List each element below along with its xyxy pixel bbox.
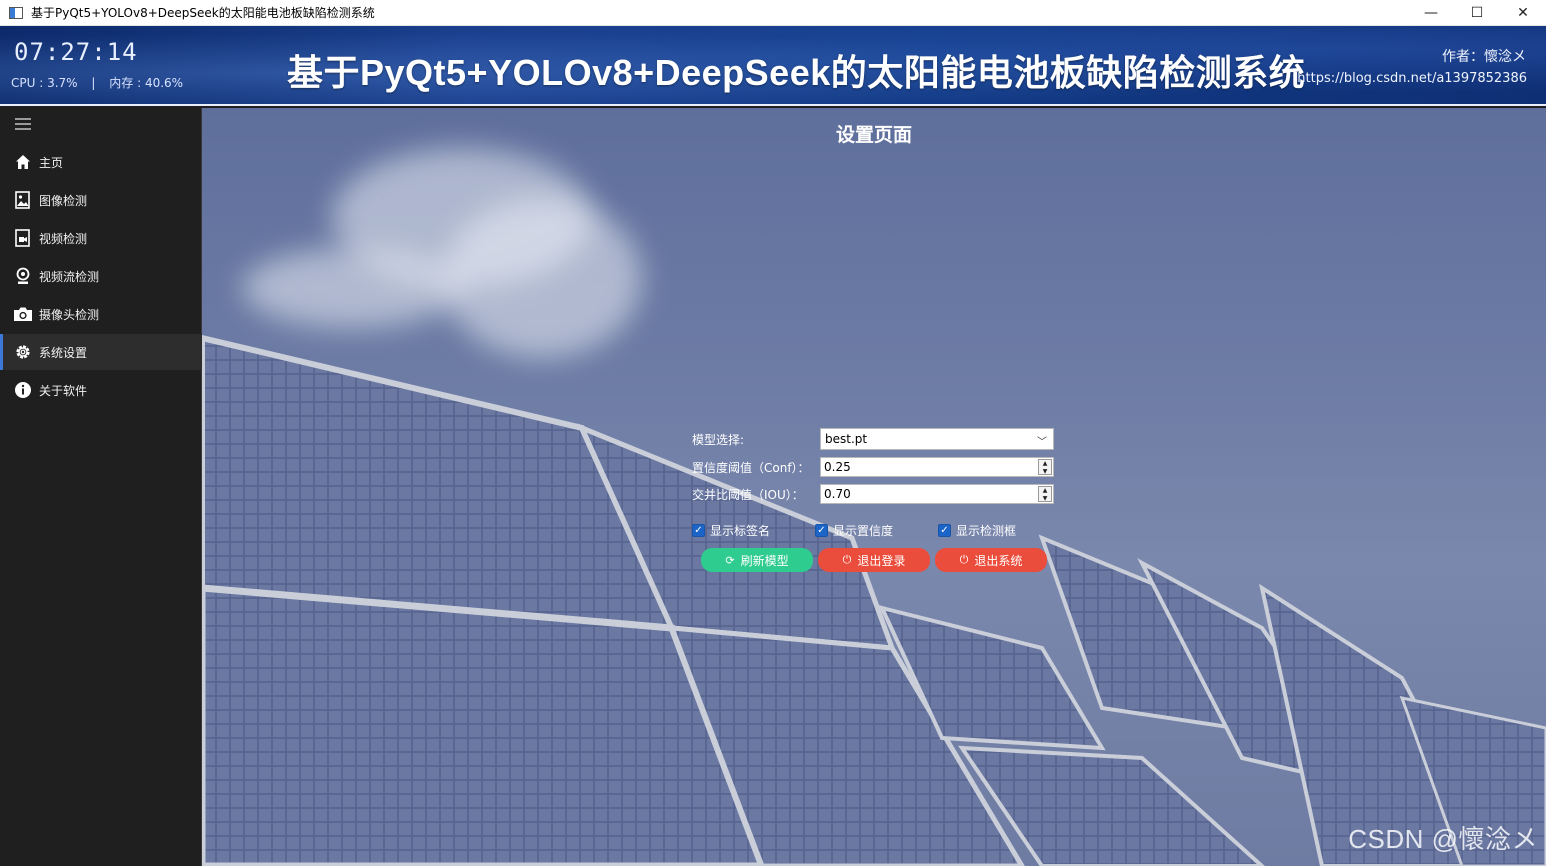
- conf-value: 0.25: [824, 460, 851, 474]
- check-icon: ✓: [938, 523, 951, 537]
- clock: 07:27:14: [14, 38, 138, 66]
- sidebar-item-label: 图像检测: [39, 193, 88, 208]
- show-conf-checkbox[interactable]: ✓ 显示置信度: [815, 522, 938, 538]
- header-banner: 07:27:14 CPU : 3.7% | 内存 : 40.6% 基于PyQt5…: [0, 26, 1546, 106]
- close-button[interactable]: ✕: [1500, 0, 1546, 26]
- sidebar-item-image-detect[interactable]: 图像检测: [0, 182, 202, 218]
- model-label: 模型选择:: [692, 432, 745, 447]
- show-label-text: 显示标签名: [710, 523, 771, 538]
- page-title: 设置页面: [835, 124, 912, 146]
- minimize-button[interactable]: —: [1408, 0, 1454, 26]
- webcam-icon: [13, 266, 33, 286]
- sidebar-item-about[interactable]: 关于软件: [0, 372, 202, 408]
- watermark: CSDN @懷淰メ: [1348, 824, 1538, 854]
- power-icon: ⏻: [959, 553, 969, 566]
- show-box-text: 显示检测框: [956, 523, 1017, 538]
- iou-value: 0.70: [824, 487, 851, 501]
- window-titlebar: 基于PyQt5+YOLOv8+DeepSeek的太阳能电池板缺陷检测系统 — ☐…: [0, 0, 1546, 26]
- display-options: ✓ 显示标签名 ✓ 显示置信度 ✓ 显示检测框: [692, 522, 1061, 538]
- chevron-down-icon: ﹀: [1037, 437, 1047, 448]
- power-icon: ⏻: [842, 553, 852, 566]
- system-info: CPU : 3.7% | 内存 : 40.6%: [11, 74, 183, 91]
- conf-spinbox[interactable]: 0.25 ▲ ▼: [820, 457, 1054, 477]
- iou-label: 交并比阈值（IOU）：: [692, 487, 804, 502]
- image-icon: [13, 190, 33, 210]
- window-title: 基于PyQt5+YOLOv8+DeepSeek的太阳能电池板缺陷检测系统: [31, 6, 375, 20]
- video-icon: [13, 228, 33, 248]
- conf-row: 置信度阈值（Conf）： 0.25 ▲ ▼: [692, 456, 1054, 478]
- conf-label: 置信度阈值（Conf）：: [692, 460, 810, 475]
- memory-usage: 内存 : 40.6%: [109, 76, 184, 90]
- refresh-model-label: 刷新模型: [740, 553, 789, 568]
- check-icon: ✓: [692, 523, 705, 537]
- sidebar-item-label: 主页: [39, 155, 64, 170]
- sidebar-item-video-detect[interactable]: 视频检测: [0, 220, 202, 256]
- sidebar-item-label: 关于软件: [39, 383, 88, 398]
- check-icon: ✓: [815, 523, 828, 537]
- maximize-button[interactable]: ☐: [1454, 0, 1500, 26]
- home-icon: [13, 152, 33, 172]
- sidebar-item-home[interactable]: 主页: [0, 144, 202, 180]
- sidebar-item-camera-detect[interactable]: 摄像头检测: [0, 296, 202, 332]
- exit-system-button[interactable]: ⏻ 退出系统: [935, 548, 1047, 572]
- cpu-usage: CPU : 3.7%: [11, 76, 78, 90]
- show-conf-text: 显示置信度: [833, 523, 894, 538]
- author-label: 作者：懷淰メ: [1442, 49, 1526, 65]
- sidebar-item-settings[interactable]: 系统设置: [0, 334, 202, 370]
- sidebar-item-stream-detect[interactable]: 视频流检测: [0, 258, 202, 294]
- refresh-model-button[interactable]: ⟳ 刷新模型: [701, 548, 813, 572]
- sidebar-item-label: 系统设置: [39, 345, 88, 360]
- blog-link[interactable]: https://blog.csdn.net/a1397852386: [1297, 71, 1527, 86]
- logout-button[interactable]: ⏻ 退出登录: [818, 548, 930, 572]
- conf-stepper-arrows[interactable]: ▲ ▼: [1038, 459, 1052, 475]
- camera-icon: [13, 304, 33, 324]
- model-row: 模型选择: best.pt ﹀: [692, 428, 1054, 450]
- iou-stepper-arrows[interactable]: ▲ ▼: [1038, 486, 1052, 502]
- gear-icon: [13, 342, 33, 362]
- sidebar: 主页 图像检测 视频检测 视频流检测 摄像头检测 系统设置 关于软件: [0, 108, 202, 866]
- settings-page: 设置页面 模型选择: best.pt ﹀ 置信度阈值（Conf）： 0.25 ▲…: [202, 108, 1546, 866]
- model-select[interactable]: best.pt ﹀: [820, 428, 1054, 450]
- info-separator: |: [91, 76, 96, 90]
- app-title: 基于PyQt5+YOLOv8+DeepSeek的太阳能电池板缺陷检测系统: [287, 52, 1306, 93]
- app-icon: [9, 6, 23, 19]
- iou-spinbox[interactable]: 0.70 ▲ ▼: [820, 484, 1054, 504]
- info-icon: [13, 380, 33, 400]
- exit-system-label: 退出系统: [974, 553, 1023, 568]
- logout-label: 退出登录: [857, 553, 906, 568]
- iou-row: 交并比阈值（IOU）： 0.70 ▲ ▼: [692, 483, 1054, 505]
- model-select-value: best.pt: [825, 432, 868, 446]
- sidebar-item-label: 视频流检测: [39, 269, 100, 284]
- show-box-checkbox[interactable]: ✓ 显示检测框: [938, 522, 1061, 538]
- show-label-checkbox[interactable]: ✓ 显示标签名: [692, 522, 815, 538]
- sidebar-item-label: 摄像头检测: [39, 307, 100, 322]
- sidebar-item-label: 视频检测: [39, 231, 88, 246]
- refresh-icon: ⟳: [725, 553, 735, 567]
- menu-toggle-icon[interactable]: [15, 118, 31, 132]
